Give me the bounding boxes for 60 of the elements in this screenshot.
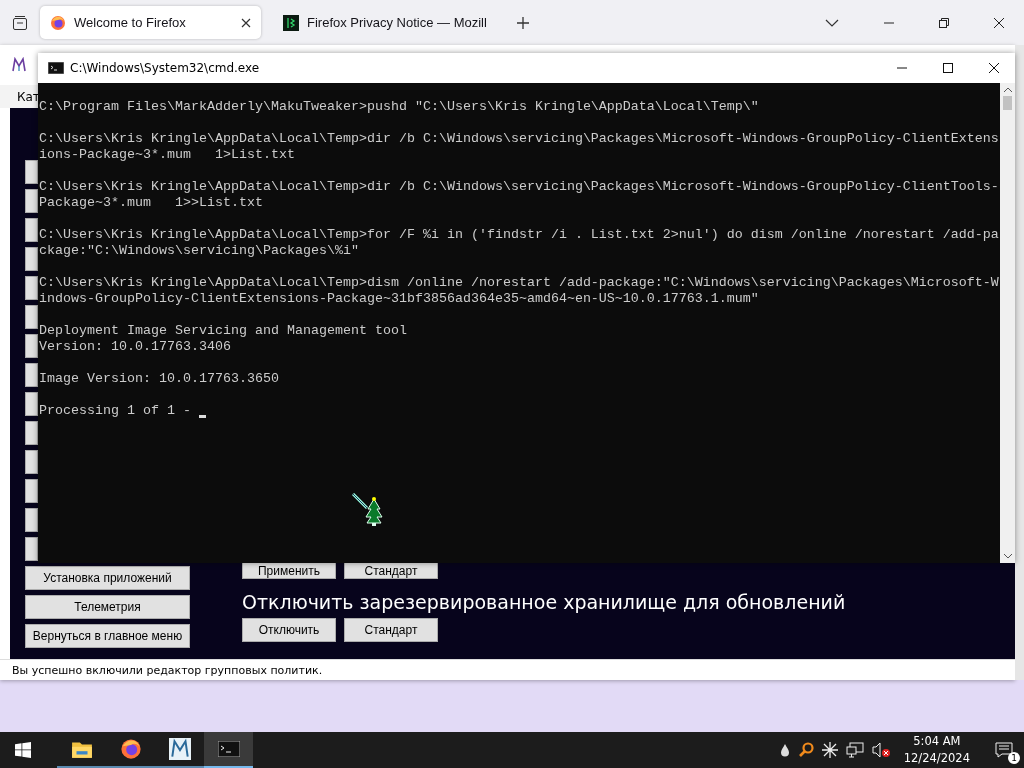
network-icon[interactable] bbox=[845, 742, 864, 758]
console-line: C:\Users\Kris Kringle\AppData\Local\Temp>dir /b C:\Windows\servicing\Packages\Microsoft-Windows-GroupPolicy-ClientExtens bbox=[39, 131, 999, 147]
text-cursor bbox=[198, 414, 206, 418]
console-line: C:\Users\Kris Kringle\AppData\Local\Temp>dir /b C:\Windows\servicing\Packages\Microsoft-Windows-GroupPolicy-ClientTools- bbox=[39, 179, 999, 195]
notification-count: 1 bbox=[1008, 752, 1020, 764]
close-icon[interactable] bbox=[241, 17, 251, 28]
console-line: ions-Package~3*.mum 1>List.txt bbox=[39, 147, 295, 163]
chevron-down-icon[interactable] bbox=[825, 18, 839, 27]
console-line: Processing 1 of 1 - bbox=[39, 403, 192, 419]
restore-icon[interactable] bbox=[939, 17, 949, 28]
windows-start-icon[interactable] bbox=[15, 742, 31, 758]
new-tab-icon[interactable] bbox=[516, 15, 530, 30]
drop-icon[interactable] bbox=[779, 743, 790, 757]
status-text: Вы успешно включили редактор групповых политик. bbox=[12, 663, 323, 677]
console-icon bbox=[48, 62, 64, 74]
app-logo-icon bbox=[168, 738, 191, 760]
console-icon bbox=[217, 741, 240, 757]
console-line: C:\Users\Kris Kringle\AppData\Local\Temp>dism /online /norestart /add-package:"C:\Windows\servicing\Packages\Microsoft-W bbox=[39, 275, 999, 291]
site-logo-icon bbox=[283, 14, 299, 31]
console-line: Deployment Image Servicing and Management tool bbox=[39, 323, 407, 339]
clock-time[interactable]: 5:04 AM bbox=[913, 733, 961, 750]
action-button[interactable]: Отключить bbox=[242, 618, 336, 642]
search-icon[interactable] bbox=[797, 742, 814, 758]
console-line: Package~3*.mum 1>>List.txt bbox=[39, 195, 263, 211]
browser-tab[interactable]: Welcome to Firefox bbox=[40, 6, 261, 39]
console-line: C:\Program Files\MarkAdderly\MakuTweaker>pushd "C:\Users\Kris Kringle\AppData\Local\Temp\" bbox=[39, 99, 759, 115]
browser-tab[interactable]: Firefox Privacy Notice — Mozill bbox=[273, 6, 488, 39]
console-line: indows-GroupPolicy-ClientExtensions-Package~31bf3856ad364e35~amd64~en-US~10.0.17763.1.mum" bbox=[39, 291, 759, 307]
speaker-muted-icon[interactable] bbox=[871, 742, 890, 758]
scroll-thumb[interactable] bbox=[1003, 96, 1012, 110]
menu-button[interactable]: Телеметрия bbox=[25, 595, 190, 619]
browser-logo-icon bbox=[119, 738, 142, 760]
scroll-down-icon[interactable] bbox=[1002, 553, 1013, 559]
asterisk-icon[interactable] bbox=[821, 742, 838, 758]
window-title: C:\Windows\System32\cmd.exe bbox=[70, 61, 260, 75]
scrollbar-track[interactable] bbox=[1015, 45, 1024, 680]
scroll-up-icon[interactable] bbox=[1002, 87, 1013, 93]
tab-list-icon[interactable] bbox=[12, 14, 28, 31]
action-button[interactable]: Стандарт bbox=[344, 618, 438, 642]
console-line: C:\Users\Kris Kringle\AppData\Local\Temp>for /F %i in ('findstr /i . List.txt 2>nul') do dism /online /norestart /add-pa bbox=[39, 227, 999, 243]
action-button[interactable]: Применить bbox=[242, 563, 336, 579]
tree-cursor-icon bbox=[352, 493, 386, 527]
taskbar-app-button[interactable] bbox=[204, 732, 253, 768]
message-icon bbox=[995, 742, 1013, 758]
maximize-icon[interactable] bbox=[943, 63, 953, 73]
action-button[interactable]: Стандарт bbox=[344, 563, 438, 579]
section-heading: Отключить зарезервированное хранилище для обновлений bbox=[242, 591, 846, 613]
console-line: ckage:"C:\Windows\servicing\Packages\%i" bbox=[39, 243, 359, 259]
menu-item[interactable]: Кат bbox=[17, 89, 40, 104]
scrollbar[interactable] bbox=[1000, 83, 1015, 563]
clock-date[interactable]: 12/24/2024 bbox=[903, 750, 970, 767]
browser-logo-icon bbox=[50, 14, 66, 31]
console-line: Image Version: 10.0.17763.3650 bbox=[39, 371, 279, 387]
menu-button[interactable]: Установка приложений bbox=[25, 566, 190, 590]
app-logo-icon bbox=[11, 57, 27, 73]
menu-button[interactable]: Вернуться в главное меню bbox=[25, 624, 190, 648]
close-icon[interactable] bbox=[989, 63, 999, 73]
folder-icon bbox=[70, 739, 93, 759]
console-line: Version: 10.0.17763.3406 bbox=[39, 339, 231, 355]
close-icon[interactable] bbox=[994, 17, 1004, 28]
